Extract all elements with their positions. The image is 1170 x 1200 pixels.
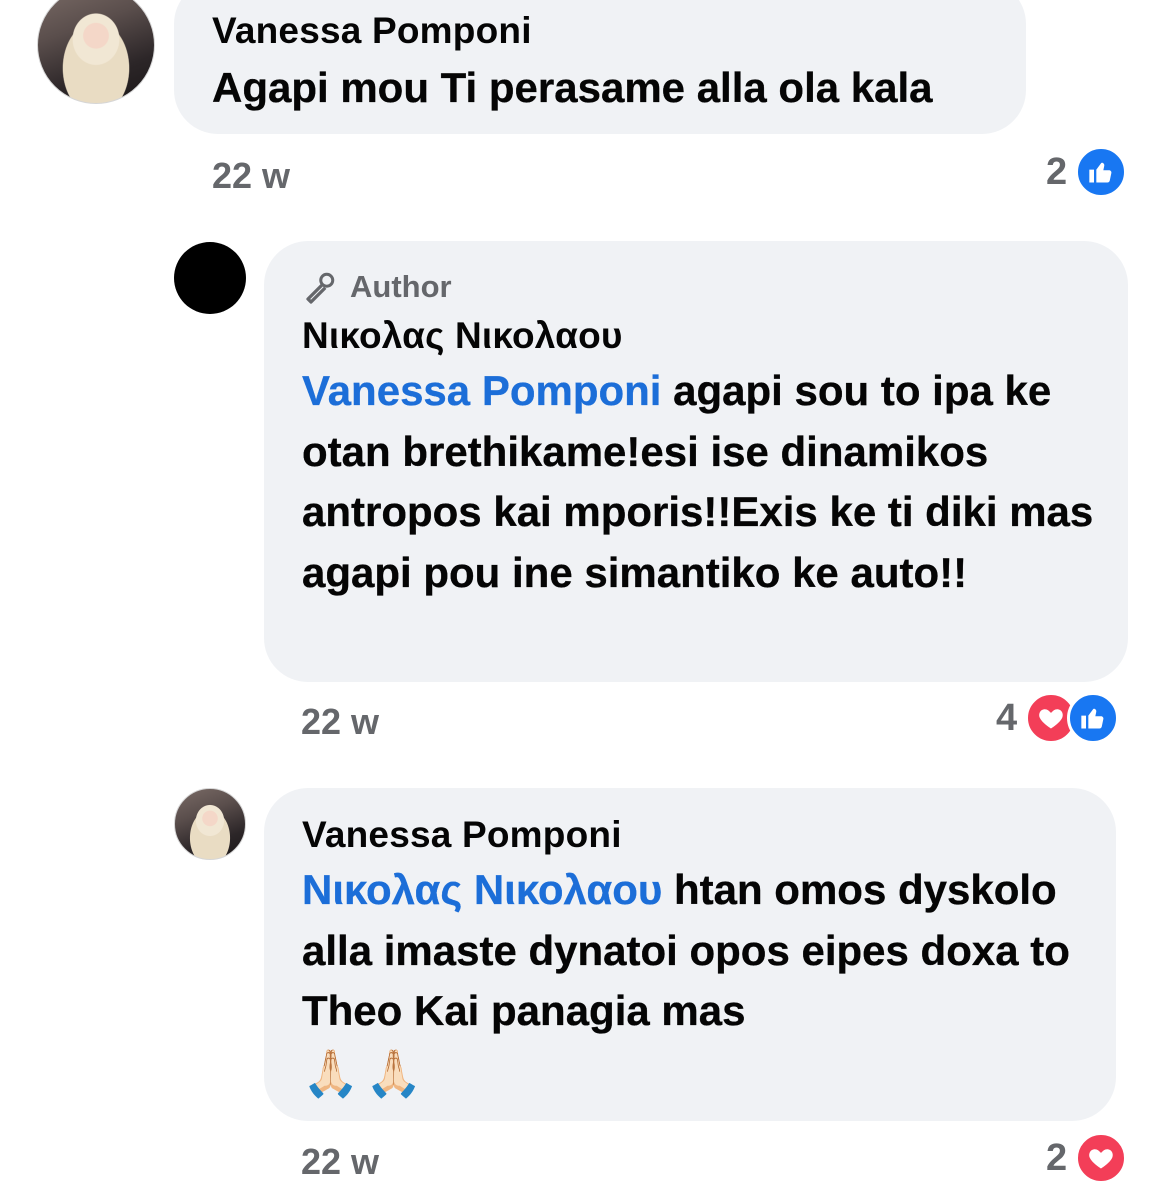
reaction-count: 2 [1046,1136,1068,1179]
love-icon [1075,1132,1128,1184]
praying-hands-icon: 🙏🏻 [365,1046,423,1099]
reaction-summary[interactable]: 2 [1046,146,1128,198]
reaction-summary[interactable]: 2 [1046,1132,1128,1184]
reaction-summary[interactable]: 4 [996,692,1120,744]
comment-text: Vanessa Pomponi agapi sou to ipa ke otan… [302,361,1112,603]
comment-text: Agapi mou Ti perasame alla ola kala [212,64,933,111]
comment-author[interactable]: Vanessa Pomponi [212,10,1026,52]
author-badge-label: Author [350,269,452,304]
reaction-count: 4 [996,696,1018,739]
like-icon [1067,692,1120,744]
avatar[interactable] [37,0,155,104]
mention-link[interactable]: Νικολας Νικολαου [302,866,663,913]
comment-author[interactable]: Νικολας Νικολαου [302,315,1128,357]
comment-timestamp[interactable]: 22 w [301,1141,379,1183]
emoji-row: 🙏🏻 🙏🏻 [302,1046,1116,1100]
comment-timestamp[interactable]: 22 w [212,155,290,197]
reaction-count: 2 [1046,150,1068,193]
mention-link[interactable]: Vanessa Pomponi [302,367,662,414]
praying-hands-icon: 🙏🏻 [302,1046,360,1099]
comment-bubble: Vanessa Pomponi Νικολας Νικολαου htan om… [264,788,1116,1121]
comment-author[interactable]: Vanessa Pomponi [302,814,1116,856]
avatar[interactable] [174,242,246,314]
microphone-icon [302,269,338,305]
comment-bubble: Author Νικολας Νικολαου Vanessa Pomponi … [264,241,1128,682]
avatar[interactable] [174,788,246,860]
author-badge: Author [302,267,1128,307]
like-icon [1075,146,1128,198]
comment-timestamp[interactable]: 22 w [301,701,379,743]
comment-text: Νικολας Νικολαου htan omos dyskolo alla … [302,860,1102,1042]
comment-bubble: Vanessa Pomponi Agapi mou Ti perasame al… [174,0,1026,134]
